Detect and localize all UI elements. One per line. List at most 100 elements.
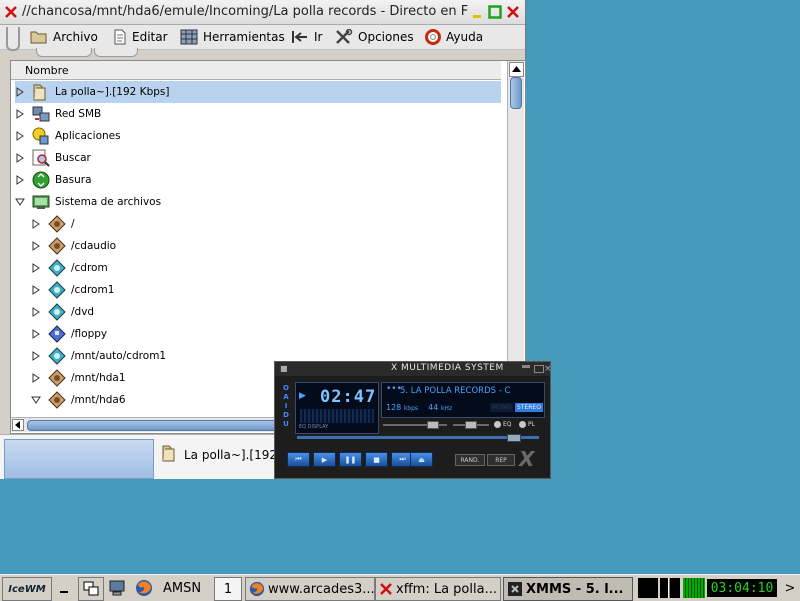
tree-row[interactable]: Sistema de archivos: [15, 191, 501, 213]
xmms-title-bar[interactable]: ■ X MULTIMEDIA SYSTEM ×: [275, 362, 552, 376]
stop-button[interactable]: ■: [365, 452, 388, 467]
xmms-song-title[interactable]: 5. LA POLLA RECORDS - C: [400, 386, 510, 396]
shuffle-button[interactable]: RAND.: [455, 454, 485, 466]
close-icon[interactable]: [4, 5, 18, 19]
firefox-icon: [136, 580, 152, 596]
show-desktop-button[interactable]: [54, 577, 74, 599]
xmms-shade-icon[interactable]: [534, 365, 544, 373]
cdrom-icon: [48, 281, 66, 299]
expander-collapsed-icon[interactable]: [31, 241, 41, 251]
tree-row[interactable]: Buscar: [15, 147, 501, 169]
horizontal-scrollbar[interactable]: [11, 417, 289, 432]
eq-toggle[interactable]: EQ: [494, 421, 512, 428]
close-window-icon[interactable]: [506, 5, 520, 19]
taskbar-more-button[interactable]: >: [782, 577, 798, 599]
network-monitor[interactable]: [683, 578, 705, 598]
xmms-time-display[interactable]: ▶ 02:47 EQ DISPLAY: [295, 382, 379, 434]
eq-label: EQ: [503, 421, 512, 428]
xmms-minimize-icon[interactable]: [522, 365, 530, 368]
expander-collapsed-icon[interactable]: [31, 263, 41, 273]
expander-expanded-icon[interactable]: [15, 197, 25, 207]
title-bar[interactable]: //chancosa/mnt/hda6/emule/Incoming/La po…: [0, 0, 525, 25]
play-button[interactable]: ▶: [313, 452, 336, 467]
menu-herramientas[interactable]: Herramientas: [180, 28, 285, 46]
tab-stub[interactable]: [36, 48, 92, 57]
clutterbar-letter[interactable]: U: [281, 420, 291, 429]
xmms-visualizer[interactable]: [300, 409, 374, 423]
eject-button[interactable]: ⏏: [410, 452, 433, 467]
task-browser[interactable]: www.arcades3...: [245, 577, 375, 601]
task-xmms[interactable]: XMMS - 5. l...: [503, 577, 633, 601]
xmms-side-letters[interactable]: OAIDU: [281, 384, 291, 428]
pause-button[interactable]: ❚❚: [339, 452, 362, 467]
expander-collapsed-icon[interactable]: [31, 285, 41, 295]
tab-stub[interactable]: [94, 48, 138, 57]
clutterbar-letter[interactable]: D: [281, 411, 291, 420]
tree-row[interactable]: /cdrom1: [31, 279, 517, 301]
tree-row[interactable]: Red SMB: [15, 103, 501, 125]
eject-icon: ⏏: [418, 455, 425, 464]
xmms-logo: X: [519, 447, 535, 471]
expander-collapsed-icon[interactable]: [15, 175, 25, 185]
start-button[interactable]: IceWM: [2, 577, 52, 601]
clock[interactable]: 03:04:10: [707, 579, 777, 597]
seek-bar[interactable]: [297, 436, 539, 439]
expander-collapsed-icon[interactable]: [31, 307, 41, 317]
repeat-button[interactable]: REP: [487, 454, 515, 466]
maximize-icon[interactable]: [488, 5, 502, 19]
menu-ayuda[interactable]: Ayuda: [425, 28, 483, 46]
firefox-launcher[interactable]: [131, 577, 157, 599]
expander-collapsed-icon[interactable]: [15, 87, 25, 97]
toolbar-grip[interactable]: [6, 27, 20, 51]
expander-collapsed-icon[interactable]: [31, 351, 41, 361]
expander-collapsed-icon[interactable]: [15, 153, 25, 163]
expander-collapsed-icon[interactable]: [31, 219, 41, 229]
volume-knob[interactable]: [427, 421, 439, 429]
xmms-menu-icon[interactable]: ■: [280, 364, 288, 373]
expander-collapsed-icon[interactable]: [31, 329, 41, 339]
scroll-left-arrow-icon[interactable]: [12, 419, 24, 431]
memory-monitor[interactable]: [660, 578, 680, 598]
seek-knob[interactable]: [506, 434, 521, 442]
tree-row[interactable]: /cdrom: [31, 257, 517, 279]
minimize-icon[interactable]: [470, 5, 484, 19]
tree-row-label: /mnt/hda6: [71, 394, 126, 406]
expander-collapsed-icon[interactable]: [15, 131, 25, 141]
expander-collapsed-icon[interactable]: [15, 109, 25, 119]
window-title: //chancosa/mnt/hda6/emule/Incoming/La po…: [22, 4, 468, 19]
window-list-button[interactable]: [78, 577, 104, 601]
tree-row[interactable]: La polla~].[192 Kbps]: [15, 81, 501, 103]
playlist-toggle[interactable]: PL: [519, 421, 535, 428]
taskbar: IceWM AMSN 1 www.arcades3... xffm: La po…: [0, 574, 800, 601]
previous-button[interactable]: ⏮: [287, 452, 310, 467]
terminal-launcher[interactable]: [105, 577, 129, 599]
tree-row[interactable]: /: [31, 213, 517, 235]
vertical-scroll-thumb[interactable]: [510, 77, 522, 109]
workspace-button-1[interactable]: 1: [214, 577, 242, 601]
menu-editar[interactable]: Editar: [113, 28, 168, 46]
clutterbar-letter[interactable]: A: [281, 393, 291, 402]
amsn-launcher[interactable]: AMSN: [158, 577, 206, 599]
menu-archivo[interactable]: Archivo: [30, 28, 98, 46]
expander-collapsed-icon[interactable]: [31, 373, 41, 383]
horizontal-scroll-thumb[interactable]: [27, 420, 285, 431]
balance-knob[interactable]: [465, 421, 477, 429]
cpu-monitor[interactable]: [638, 578, 658, 598]
xmms-close-icon[interactable]: ×: [544, 364, 552, 374]
menu-opciones[interactable]: Opciones: [335, 28, 414, 46]
menu-ir[interactable]: Ir: [291, 28, 322, 46]
tree-row[interactable]: Aplicaciones: [15, 125, 501, 147]
column-header-nombre[interactable]: Nombre: [11, 61, 501, 80]
pl-toggle-led: [519, 421, 526, 428]
task-label: xffm: La polla...: [396, 581, 497, 597]
tree-row[interactable]: Basura: [15, 169, 501, 191]
clutterbar-letter[interactable]: O: [281, 384, 291, 393]
scroll-up-arrow-icon[interactable]: [509, 62, 524, 77]
tree-row[interactable]: /floppy: [31, 323, 517, 345]
tree-row[interactable]: /cdaudio: [31, 235, 517, 257]
tree-row[interactable]: /dvd: [31, 301, 517, 323]
task-xffm[interactable]: xffm: La polla...: [375, 577, 501, 601]
clutterbar-letter[interactable]: I: [281, 402, 291, 411]
tree-row-label: Buscar: [55, 152, 91, 164]
expander-expanded-icon[interactable]: [31, 395, 41, 405]
